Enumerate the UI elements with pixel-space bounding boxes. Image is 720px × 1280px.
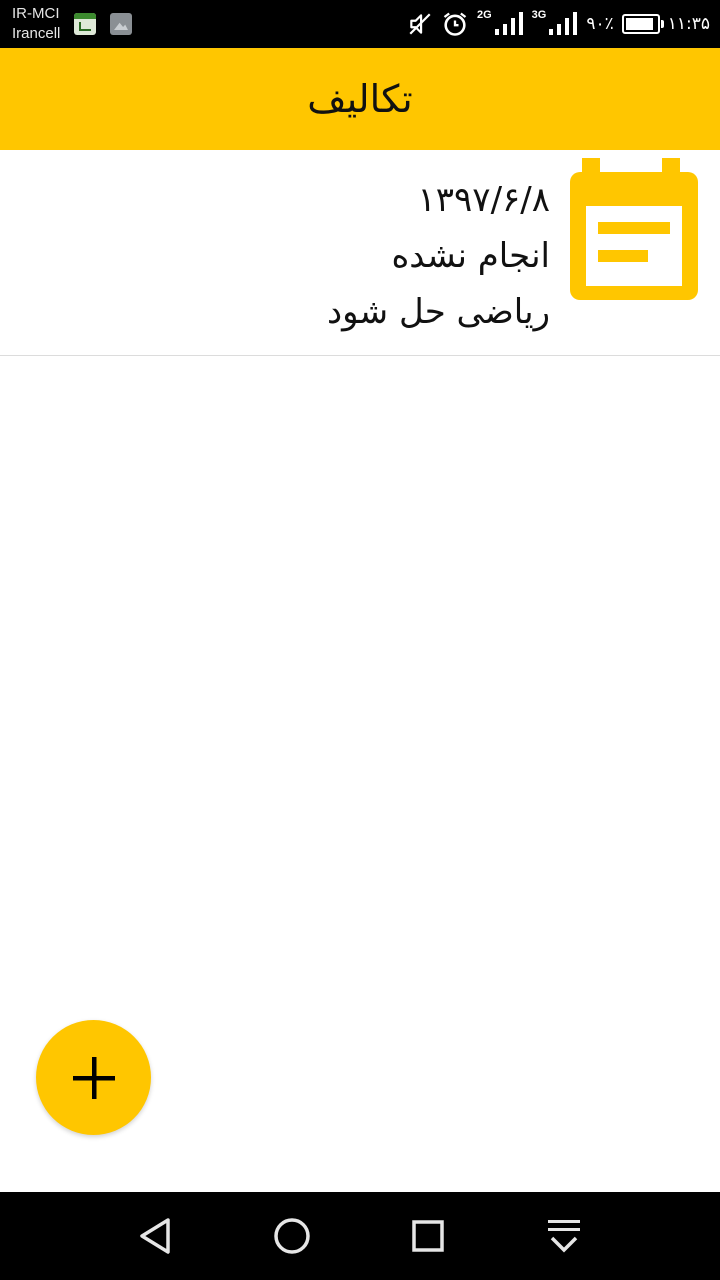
back-icon xyxy=(140,1218,170,1254)
battery-level xyxy=(625,18,653,30)
list-item[interactable]: ۱۳۹۷/۶/۸ انجام نشده ریاضی حل شود xyxy=(0,150,720,356)
navigation-bar xyxy=(0,1192,720,1280)
add-task-button[interactable] xyxy=(36,1020,151,1135)
task-date: ۱۳۹۷/۶/۸ xyxy=(417,180,550,220)
battery-icon xyxy=(621,14,664,34)
carrier-1: IR-MCI xyxy=(12,5,60,22)
battery-percent: ۹۰٪ xyxy=(586,14,614,34)
carrier-names: IR-MCI Irancell xyxy=(12,4,60,44)
status-bar: IR-MCI Irancell 2G 3G ۹۰٪ ۱۱:۳۵ xyxy=(0,0,720,48)
home-icon xyxy=(274,1218,310,1254)
home-button[interactable] xyxy=(268,1212,316,1260)
event-note-icon xyxy=(570,158,698,300)
task-status: انجام نشده xyxy=(391,236,550,276)
page-title: تکالیف xyxy=(307,77,413,121)
task-list: ۱۳۹۷/۶/۸ انجام نشده ریاضی حل شود xyxy=(0,150,720,356)
signal-icon xyxy=(549,12,578,35)
recent-apps-icon xyxy=(412,1220,444,1252)
clock: ۱۱:۳۵ xyxy=(667,14,710,34)
status-indicators: 2G 3G ۹۰٪ ۱۱:۳۵ xyxy=(407,0,710,48)
signal-icon xyxy=(494,12,523,35)
carrier-2: Irancell xyxy=(12,25,61,42)
notification-pull-button[interactable] xyxy=(540,1212,588,1260)
network-type-1: 2G xyxy=(476,9,492,21)
task-details: ۱۳۹۷/۶/۸ انجام نشده ریاضی حل شود xyxy=(327,172,550,340)
mute-icon xyxy=(409,13,431,35)
app-bar: تکالیف xyxy=(0,48,720,150)
app-notification-icon xyxy=(74,13,96,35)
task-title: ریاضی حل شود xyxy=(326,292,550,332)
gallery-notification-icon xyxy=(110,13,132,35)
network-type-2: 3G xyxy=(531,9,547,21)
notification-pull-icon xyxy=(548,1220,580,1253)
back-button[interactable] xyxy=(132,1212,180,1260)
alarm-icon xyxy=(443,12,467,36)
plus-icon xyxy=(72,1056,115,1099)
recent-apps-button[interactable] xyxy=(404,1212,452,1260)
